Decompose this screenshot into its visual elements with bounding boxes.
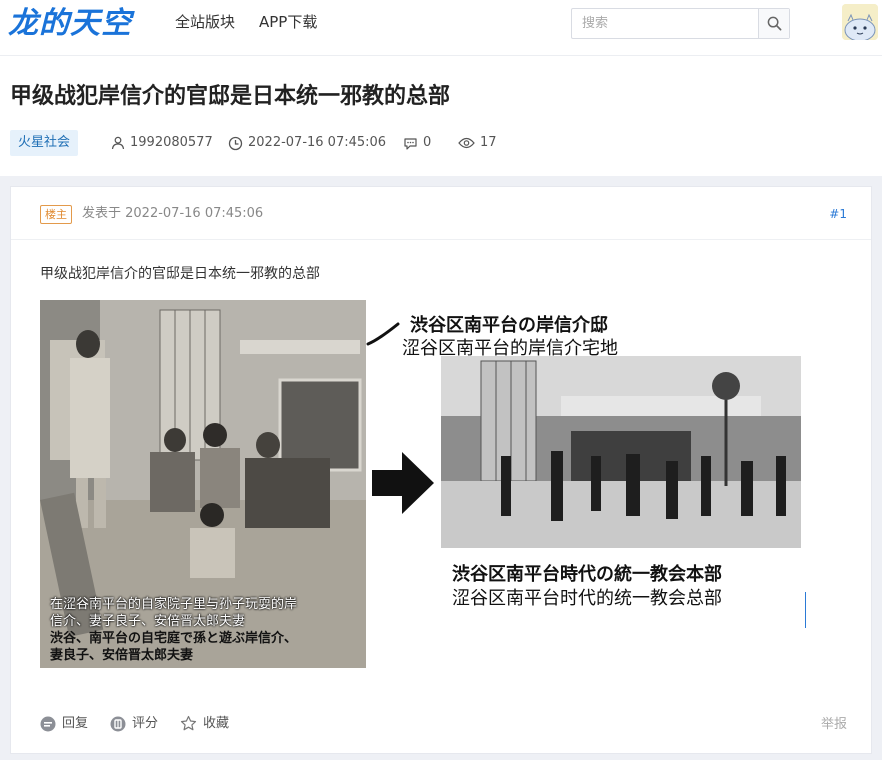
floor-header: 楼主 发表于 2022-07-16 07:45:06 #1 <box>11 187 871 240</box>
post-author[interactable]: 1992080577 <box>111 135 213 151</box>
user-avatar[interactable] <box>842 4 878 40</box>
post-body-text: 甲级战犯岸信介的官邸是日本统一邪教的总部 <box>40 266 320 282</box>
photo-family-garden: 在涩谷南平台的自家院子里与孙子玩耍的岸 信介、妻子良子、安倍晋太郎夫妻 渋谷、南… <box>40 300 366 668</box>
search-box <box>571 8 790 39</box>
text-cursor <box>805 592 806 628</box>
top-caption-jp: 渋谷区南平台の岸信介邸 <box>410 315 608 336</box>
floor-posted-time: 发表于 2022-07-16 07:45:06 <box>82 206 264 221</box>
search-button[interactable] <box>758 9 789 38</box>
left-caption-jp-line2: 妻良子、安倍晋太郎夫妻 <box>50 648 194 663</box>
post-title: 甲级战犯岸信介的官邸是日本统一邪教的总部 <box>10 84 451 109</box>
favorite-label: 收藏 <box>203 715 230 731</box>
left-caption-cn-line1: 在涩谷南平台的自家院子里与孙子玩耍的岸 <box>50 597 298 612</box>
favorite-button[interactable]: 收藏 <box>180 715 229 732</box>
comment-count: 0 <box>423 135 432 150</box>
bottom-caption-jp: 渋谷区南平台時代の統一教会本部 <box>452 564 722 585</box>
clock-icon <box>228 136 243 150</box>
pointer-stroke-icon <box>366 322 400 346</box>
rate-button[interactable]: 评分 <box>110 716 158 732</box>
reply-label: 回复 <box>62 715 89 731</box>
comment-icon <box>404 137 417 150</box>
author-name: 1992080577 <box>130 135 213 150</box>
post-image[interactable]: 在涩谷南平台的自家院子里与孙子玩耍的岸 信介、妻子良子、安倍晋太郎夫妻 渋谷、南… <box>40 300 820 670</box>
eye-icon <box>458 137 475 149</box>
post-comments: 0 <box>403 135 431 151</box>
post-views: 17 <box>458 135 497 151</box>
left-caption-cn-line2: 信介、妻子良子、安倍晋太郎夫妻 <box>50 614 246 629</box>
post-time: 2022-07-16 07:45:06 <box>228 135 386 151</box>
reply-button[interactable]: 回复 <box>40 716 88 732</box>
rate-icon <box>110 716 126 731</box>
bottom-caption-cn: 涩谷区南平台时代的统一教会总部 <box>452 588 722 609</box>
floor-actions: 回复 评分 收藏 <box>40 715 229 732</box>
avatar-cartoon-icon <box>842 4 878 40</box>
floor-number-link[interactable]: #1 <box>829 207 847 221</box>
nav-all-boards[interactable]: 全站版块 <box>175 12 235 32</box>
post-datetime: 2022-07-16 07:45:06 <box>248 135 387 150</box>
left-caption-jp-line1: 渋谷、南平台の自宅庭で孫と遊ぶ岸信介、 <box>50 631 298 646</box>
nav-app-download[interactable]: APP下载 <box>259 12 317 32</box>
photo-church-headquarters <box>441 356 801 548</box>
rate-label: 评分 <box>132 715 159 731</box>
right-arrow-icon <box>372 452 434 514</box>
post-floor-card: 楼主 发表于 2022-07-16 07:45:06 #1 甲级战犯岸信介的官邸… <box>10 186 872 754</box>
church-headquarters-illustration <box>441 356 801 548</box>
user-icon <box>111 136 125 150</box>
search-input[interactable] <box>572 9 758 38</box>
category-tag[interactable]: 火星社会 <box>10 130 79 156</box>
reply-icon <box>40 716 56 731</box>
search-icon <box>767 16 781 31</box>
report-button[interactable]: 举报 <box>821 717 847 733</box>
left-photo-caption: 在涩谷南平台的自家院子里与孙子玩耍的岸 信介、妻子良子、安倍晋太郎夫妻 渋谷、南… <box>50 596 360 664</box>
post-header: 甲级战犯岸信介的官邸是日本统一邪教的总部 火星社会 1992080577 202… <box>0 56 882 176</box>
view-count: 17 <box>480 135 497 150</box>
top-bar: 龙的天空 全站版块 APP下载 <box>0 0 882 56</box>
site-logo[interactable]: 龙的天空 <box>8 6 132 42</box>
star-icon <box>180 715 197 731</box>
op-badge: 楼主 <box>40 205 72 224</box>
